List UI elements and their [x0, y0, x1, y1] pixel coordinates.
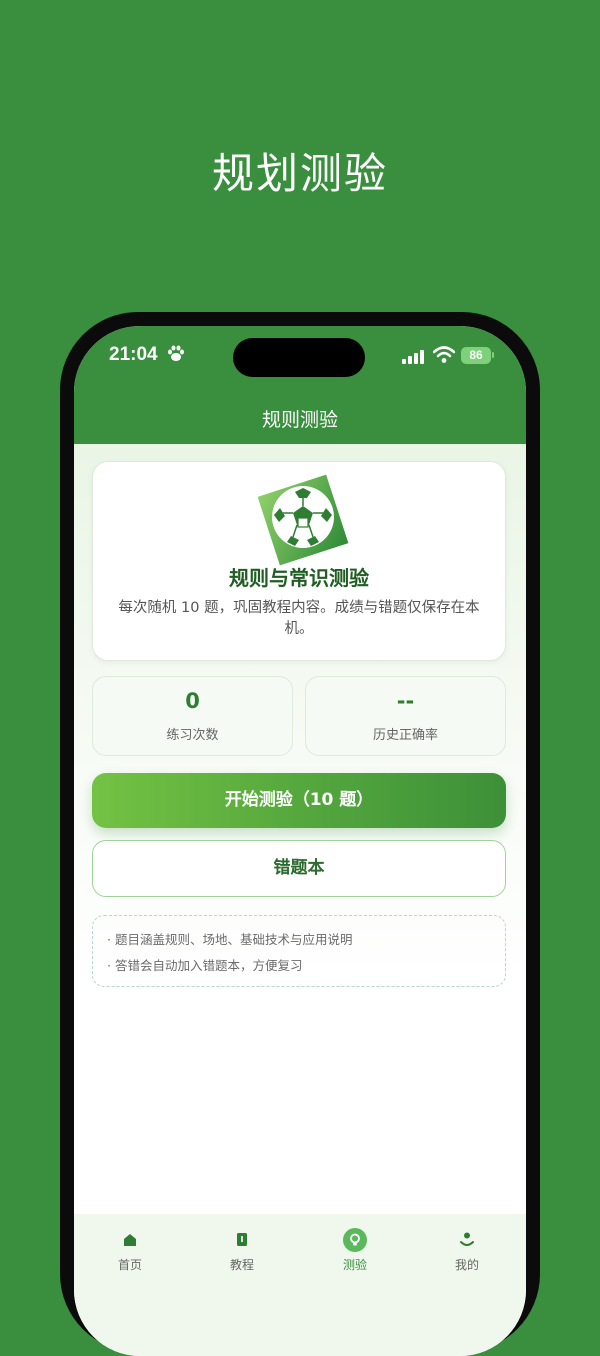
- start-quiz-button[interactable]: 开始测验（10 题）: [92, 773, 506, 828]
- tab-quiz[interactable]: 测验: [315, 1228, 395, 1273]
- app-screen: 21:04 86 规则测验 规则与常识测验 每次随机 10 题，巩固教程内容。成…: [74, 326, 526, 1356]
- main-content: 规则与常识测验 每次随机 10 题，巩固教程内容。成绩与错题仅保存在本机。 0 …: [74, 444, 526, 1216]
- stat-value: --: [396, 689, 415, 713]
- stat-practice-count: 0 练习次数: [92, 676, 293, 756]
- quiz-description: 每次随机 10 题，巩固教程内容。成绩与错题仅保存在本机。: [118, 600, 480, 637]
- person-icon: [460, 1232, 474, 1246]
- book-icon: [237, 1233, 247, 1246]
- paw-icon: [168, 345, 184, 361]
- tip-item: · 题目涵盖规则、场地、基础技术与应用说明: [107, 932, 353, 947]
- tab-label: 测验: [342, 1258, 367, 1272]
- quiz-title: 规则与常识测验: [229, 566, 369, 590]
- stat-label: 练习次数: [166, 728, 219, 743]
- nav-title: 规则测验: [74, 400, 526, 444]
- promo-title: 规划测验: [211, 149, 388, 198]
- tab-bar: 首页 教程 测验 我的: [74, 1214, 526, 1356]
- stat-value: 0: [185, 689, 200, 713]
- status-time: 21:04: [109, 344, 158, 365]
- intro-card: 规则与常识测验 每次随机 10 题，巩固教程内容。成绩与错题仅保存在本机。: [92, 461, 506, 661]
- status-bar: 21:04 86: [74, 326, 526, 400]
- tip-item: · 答错会自动加入错题本，方便复习: [107, 958, 303, 973]
- soccer-ball-icon: [257, 474, 349, 566]
- tab-home[interactable]: 首页: [90, 1228, 170, 1273]
- tab-tutorial[interactable]: 教程: [202, 1228, 282, 1273]
- tab-label: 首页: [117, 1258, 142, 1272]
- dynamic-island: [233, 338, 365, 377]
- stat-label: 历史正确率: [372, 728, 438, 743]
- signal-icon: [402, 350, 424, 364]
- home-icon: [124, 1234, 136, 1246]
- phone-frame: 21:04 86 规则测验 规则与常识测验 每次随机 10 题，巩固教程内容。成…: [60, 312, 540, 1356]
- tab-profile[interactable]: 我的: [427, 1228, 507, 1273]
- tips-box: · 题目涵盖规则、场地、基础技术与应用说明 · 答错会自动加入错题本，方便复习: [92, 915, 506, 987]
- stat-accuracy: -- 历史正确率: [305, 676, 506, 756]
- wifi-icon: [433, 346, 455, 363]
- battery-nub: [492, 352, 494, 358]
- tab-label: 我的: [454, 1258, 479, 1272]
- tab-label: 教程: [229, 1258, 254, 1272]
- bulb-icon: [343, 1228, 367, 1252]
- battery-icon: 86: [461, 347, 491, 364]
- wrong-answers-button[interactable]: 错题本: [92, 840, 506, 897]
